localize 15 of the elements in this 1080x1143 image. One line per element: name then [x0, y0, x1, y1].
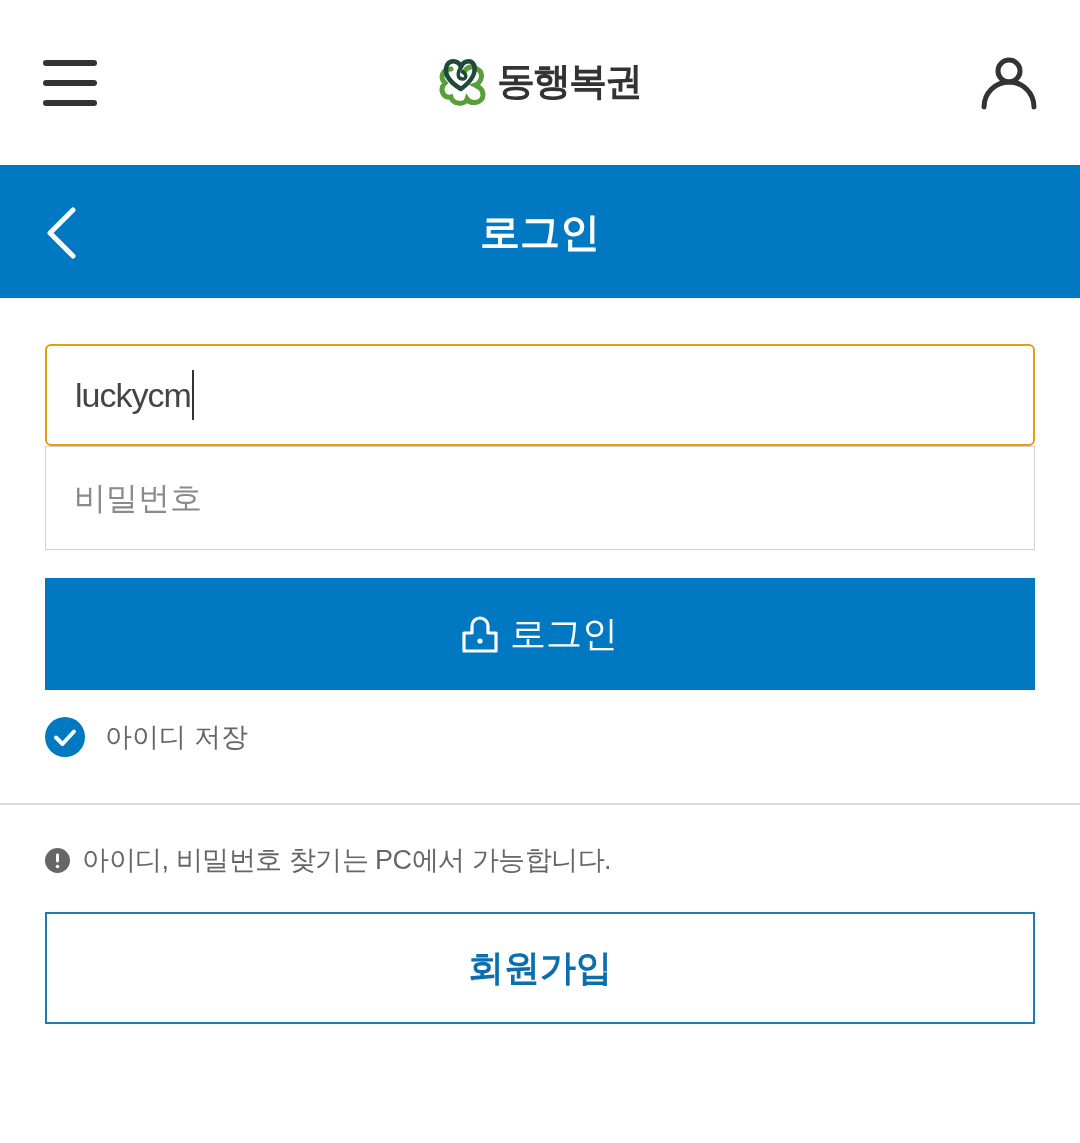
id-input-field[interactable]: luckycm — [45, 344, 1035, 446]
lock-icon — [462, 615, 498, 653]
user-icon[interactable] — [981, 55, 1037, 110]
notice-text: 아이디, 비밀번호 찾기는 PC에서 가능합니다. — [82, 846, 612, 874]
text-cursor-icon — [191, 370, 194, 420]
password-field[interactable]: 비밀번호 — [45, 446, 1035, 550]
signup-button[interactable]: 회원가입 — [45, 912, 1035, 1024]
save-id-label[interactable]: 아이디 저장 — [105, 723, 248, 751]
back-icon[interactable] — [45, 207, 77, 259]
login-button[interactable]: 로그인 — [45, 578, 1035, 690]
info-icon — [45, 847, 70, 873]
page-title: 로그인 — [480, 211, 600, 252]
logo-text: 동행복권 — [497, 61, 641, 100]
menu-icon[interactable] — [43, 59, 97, 106]
checkbox-icon[interactable] — [45, 717, 85, 757]
